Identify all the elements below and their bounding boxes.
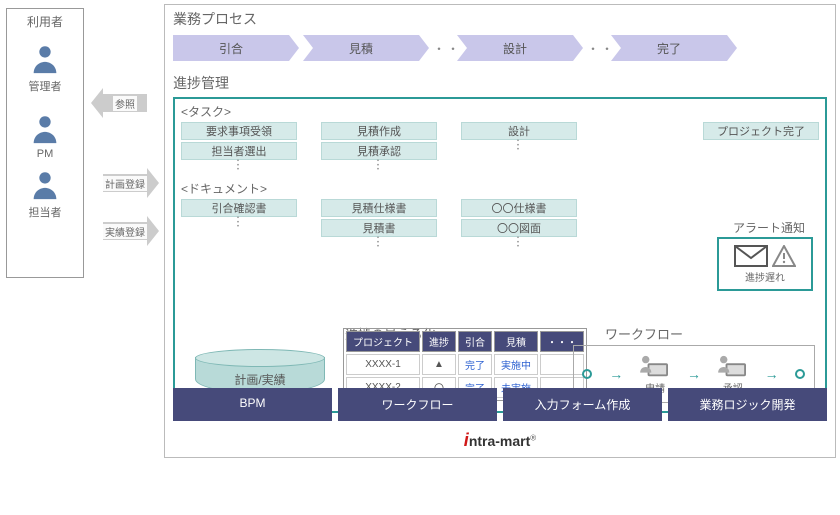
step-chevron: 設計	[457, 35, 573, 61]
user-label: PM	[37, 148, 54, 160]
task-box: 要求事項受領	[181, 122, 297, 140]
db-label: 計画/実績	[195, 371, 325, 388]
table-header-row: プロジェクト 進捗 引合 見積 ・・・	[346, 331, 584, 352]
person-icon	[28, 42, 62, 76]
tasks-header: <タスク>	[181, 103, 819, 120]
process-steps: 引合 見積 ・・・ 設計 ・・・ 完了	[165, 33, 835, 69]
bottom-bar: ワークフロー	[338, 388, 497, 421]
intra-mart-logo: intra-mart®	[165, 430, 835, 451]
user-label: 担当者	[29, 204, 62, 220]
task-box: 見積作成	[321, 122, 437, 140]
step-chevron: 引合	[173, 35, 289, 61]
bottom-bars: BPM ワークフロー 入力フォーム作成 業務ロジック開発	[173, 388, 827, 421]
users-title: 利用者	[7, 9, 83, 34]
mail-icon	[734, 245, 768, 267]
vdots-icon: ︙	[372, 162, 386, 174]
alert-label: 進捗遅れ	[745, 269, 785, 284]
user-label: 管理者	[29, 78, 62, 94]
docs-header: <ドキュメント>	[181, 180, 819, 197]
vdots-icon: ︙	[232, 219, 246, 231]
bottom-bar: 業務ロジック開発	[668, 388, 827, 421]
task-box: プロジェクト完了	[703, 122, 819, 140]
workflow-title: ワークフロー	[605, 324, 683, 343]
user-admin: 管理者	[7, 42, 83, 94]
person-pc-icon	[718, 354, 748, 380]
task-grid: 要求事項受領 担当者選出 ︙ 見積作成 見積承認 ︙ 設計 ︙ プロジェクト完了	[181, 122, 819, 174]
doc-box: 〇〇仕様書	[461, 199, 577, 217]
progress-box: <タスク> 要求事項受領 担当者選出 ︙ 見積作成 見積承認 ︙ 設計 ︙ プロ	[173, 97, 827, 413]
vdots-icon: ︙	[512, 142, 526, 154]
vdots-icon: ︙	[372, 239, 386, 251]
arrow-reference: 参照	[90, 88, 160, 118]
arrow-plan-register: 計画登録	[90, 168, 160, 198]
user-staff: 担当者	[7, 168, 83, 220]
vdots-icon: ︙	[512, 239, 526, 251]
wf-arrow-icon: →	[687, 366, 701, 382]
vdots-icon: ︙	[232, 162, 246, 174]
bottom-bar: 入力フォーム作成	[503, 388, 662, 421]
wf-start-icon	[582, 369, 592, 379]
step-chevron: 完了	[611, 35, 727, 61]
wf-arrow-icon: →	[609, 366, 623, 382]
doc-box: 見積仕様書	[321, 199, 437, 217]
process-title: 業務プロセス	[165, 5, 835, 33]
person-pc-icon	[640, 354, 670, 380]
person-icon	[28, 112, 62, 146]
wf-end-icon	[795, 369, 805, 379]
user-pm: PM	[7, 112, 83, 160]
alert-box: 進捗遅れ	[717, 237, 813, 291]
bottom-bar: BPM	[173, 388, 332, 421]
wf-arrow-icon: →	[765, 366, 779, 382]
arrow-result-register: 実績登録	[90, 216, 160, 246]
alert-title: アラート通知	[733, 219, 805, 236]
warning-icon	[772, 245, 796, 267]
users-panel: 利用者 管理者 PM 担当者	[6, 8, 84, 278]
table-row: XXXX-1 ▲ 完了 実施中	[346, 354, 584, 375]
progress-title: 進捗管理	[165, 69, 835, 97]
main-panel: 業務プロセス 引合 見積 ・・・ 設計 ・・・ 完了 進捗管理 <タスク> 要求…	[164, 4, 836, 458]
person-icon	[28, 168, 62, 202]
step-chevron: 見積	[303, 35, 419, 61]
